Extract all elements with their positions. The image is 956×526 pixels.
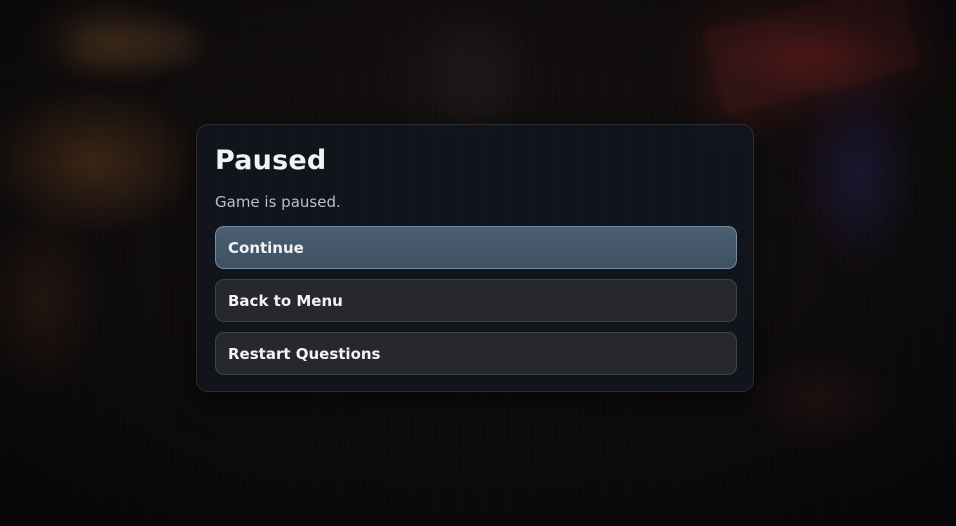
continue-button[interactable]: Continue <box>215 226 737 269</box>
pause-subtitle: Game is paused. <box>215 193 341 211</box>
restart-questions-button[interactable]: Restart Questions <box>215 332 737 375</box>
back-to-menu-button[interactable]: Back to Menu <box>215 279 737 322</box>
pause-dialog: Paused Game is paused. Continue Back to … <box>196 124 754 392</box>
pause-title: Paused <box>215 145 327 176</box>
